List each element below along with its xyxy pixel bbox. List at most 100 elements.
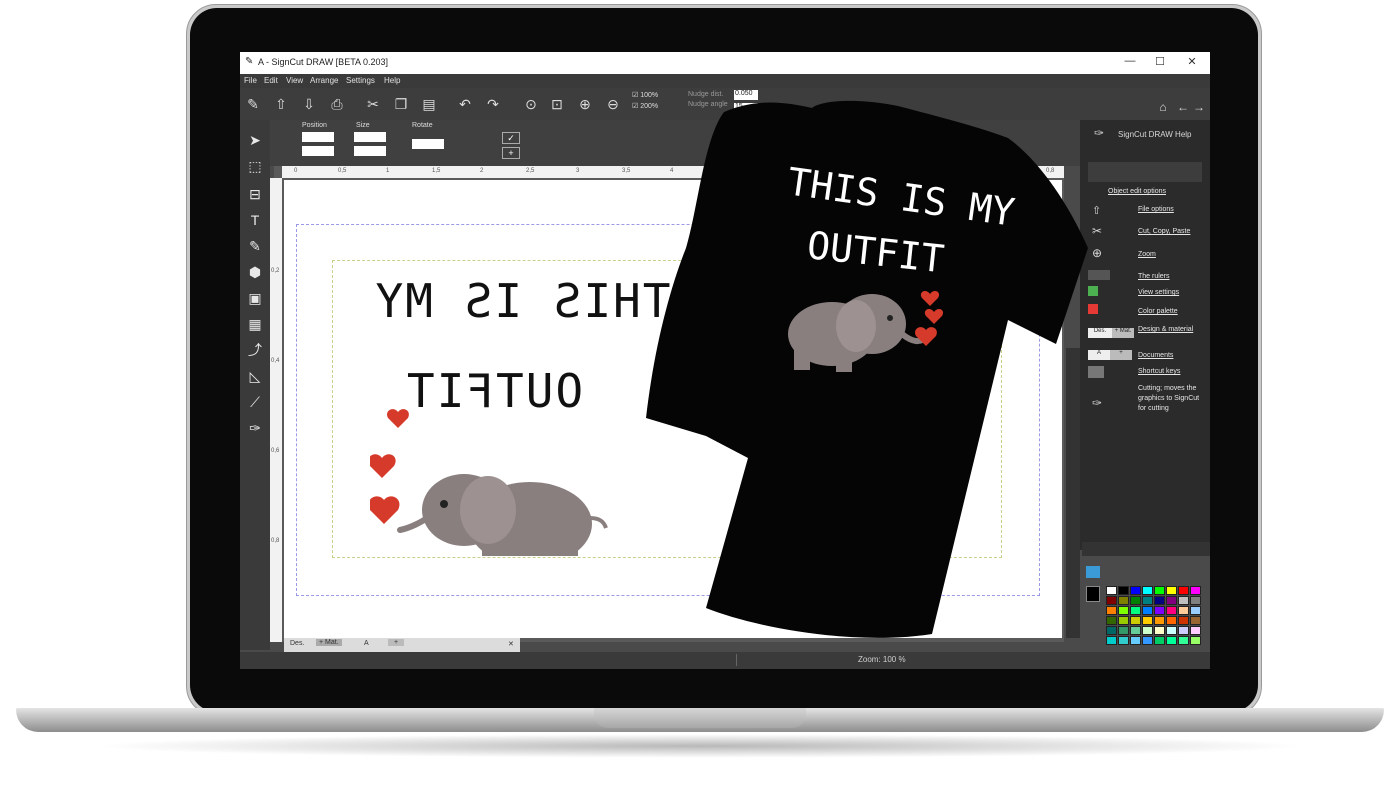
menu-edit[interactable]: Edit: [264, 76, 278, 85]
color-swatch[interactable]: [1106, 626, 1117, 635]
help-link-cut-copy-paste[interactable]: Cut, Copy, Paste: [1138, 228, 1190, 235]
color-swatch[interactable]: [1118, 616, 1129, 625]
color-swatch[interactable]: [1130, 586, 1141, 595]
cut-icon[interactable]: ✂: [364, 95, 382, 113]
upload-icon[interactable]: ⇧: [272, 95, 290, 113]
color-swatch[interactable]: [1154, 616, 1165, 625]
color-swatch[interactable]: [1130, 596, 1141, 605]
design-tab[interactable]: Des.: [290, 640, 304, 647]
color-swatch[interactable]: [1118, 596, 1129, 605]
help-link-design-material[interactable]: Design & material: [1138, 326, 1202, 333]
pen-tool-icon[interactable]: ✎: [245, 236, 265, 256]
color-swatch[interactable]: [1142, 636, 1153, 645]
color-swatch[interactable]: [1178, 626, 1189, 635]
apply-check-button[interactable]: ✓: [502, 132, 520, 144]
color-palette[interactable]: [1106, 556, 1210, 650]
close-button[interactable]: ✕: [1182, 55, 1202, 68]
menu-view[interactable]: View: [286, 76, 303, 85]
zoom-fit-icon[interactable]: ⊙: [522, 95, 540, 113]
material-tab[interactable]: + Mat.: [316, 639, 342, 646]
shape-tool-icon[interactable]: ⬢: [245, 262, 265, 282]
color-swatch[interactable]: [1142, 606, 1153, 615]
color-swatch[interactable]: [1142, 596, 1153, 605]
size-w-input[interactable]: [354, 132, 386, 142]
elephant-graphic[interactable]: [370, 406, 620, 556]
help-link-shortcut-keys[interactable]: Shortcut keys: [1138, 368, 1180, 375]
rotate-input[interactable]: [412, 139, 444, 149]
node-select-icon[interactable]: ⬚: [245, 156, 265, 176]
color-swatch[interactable]: [1190, 636, 1201, 645]
help-link-view-settings[interactable]: View settings: [1138, 289, 1179, 296]
download-icon[interactable]: ⇩: [300, 95, 318, 113]
add-document-button[interactable]: +: [388, 639, 405, 646]
color-swatch[interactable]: [1118, 606, 1129, 615]
image-tool-icon[interactable]: ▣: [245, 288, 265, 308]
menu-settings[interactable]: Settings: [346, 76, 375, 85]
color-swatch[interactable]: [1154, 636, 1165, 645]
menu-help[interactable]: Help: [384, 76, 400, 85]
knife-tool-icon[interactable]: ⟋: [245, 392, 265, 412]
zoom-out-icon[interactable]: ⊖: [604, 95, 622, 113]
select-arrow-icon[interactable]: ➤: [245, 130, 265, 150]
color-swatch[interactable]: [1142, 586, 1153, 595]
object-edit-toolbar[interactable]: [1088, 162, 1202, 182]
color-swatch[interactable]: [1166, 616, 1177, 625]
help-link-file-options[interactable]: File options: [1138, 206, 1174, 213]
color-swatch[interactable]: [1130, 626, 1141, 635]
color-swatch[interactable]: [1190, 606, 1201, 615]
corner-tool-icon[interactable]: ◺: [245, 366, 265, 386]
color-swatch[interactable]: [1118, 636, 1129, 645]
print-icon[interactable]: ⎙: [328, 95, 346, 113]
bezier-tool-icon[interactable]: ⤴: [245, 340, 265, 360]
color-swatch[interactable]: [1154, 586, 1165, 595]
menu-file[interactable]: File: [244, 76, 257, 85]
color-swatch[interactable]: [1190, 626, 1201, 635]
position-y-input[interactable]: [302, 146, 334, 156]
color-swatch[interactable]: [1166, 626, 1177, 635]
help-link-zoom[interactable]: Zoom: [1138, 251, 1156, 258]
color-swatch[interactable]: [1142, 626, 1153, 635]
color-swatch[interactable]: [1154, 596, 1165, 605]
color-swatch[interactable]: [1154, 606, 1165, 615]
color-swatch[interactable]: [1178, 586, 1189, 595]
color-swatch[interactable]: [1106, 616, 1117, 625]
cut-plotter-icon[interactable]: ✑: [245, 418, 265, 438]
color-swatch[interactable]: [1118, 626, 1129, 635]
help-link-documents[interactable]: Documents: [1138, 352, 1173, 359]
color-swatch[interactable]: [1130, 616, 1141, 625]
close-tab-button[interactable]: ✕: [508, 640, 514, 648]
palette-toolbar[interactable]: [1082, 542, 1210, 556]
undo-icon[interactable]: ↶: [456, 95, 474, 113]
redo-icon[interactable]: ↷: [484, 95, 502, 113]
color-swatch[interactable]: [1178, 616, 1189, 625]
color-swatch[interactable]: [1178, 636, 1189, 645]
home-icon[interactable]: ⌂: [1154, 98, 1172, 116]
zoom-in-icon[interactable]: ⊕: [576, 95, 594, 113]
align-icon[interactable]: ⊟: [245, 184, 265, 204]
maximize-button[interactable]: ☐: [1150, 55, 1170, 68]
position-x-input[interactable]: [302, 132, 334, 142]
pattern-tool-icon[interactable]: ▦: [245, 314, 265, 334]
zoom-page-icon[interactable]: ⊡: [548, 95, 566, 113]
object-edit-options-link[interactable]: Object edit options: [1108, 188, 1166, 195]
color-swatch[interactable]: [1178, 596, 1189, 605]
color-swatch[interactable]: [1106, 636, 1117, 645]
forward-arrow-icon[interactable]: →: [1190, 98, 1208, 116]
menu-arrange[interactable]: Arrange: [310, 76, 338, 85]
minimize-button[interactable]: —: [1120, 55, 1140, 67]
color-swatch[interactable]: [1130, 606, 1141, 615]
color-swatch[interactable]: [1118, 586, 1129, 595]
color-swatch[interactable]: [1166, 596, 1177, 605]
color-swatch[interactable]: [1106, 606, 1117, 615]
color-swatch[interactable]: [1190, 596, 1201, 605]
color-swatch[interactable]: [1142, 616, 1153, 625]
color-swatch[interactable]: [1190, 616, 1201, 625]
color-swatch[interactable]: [1106, 596, 1117, 605]
help-link-rulers[interactable]: The rulers: [1138, 273, 1170, 280]
copy-icon[interactable]: ❐: [392, 95, 410, 113]
size-h-input[interactable]: [354, 146, 386, 156]
color-swatch[interactable]: [1130, 636, 1141, 645]
paste-icon[interactable]: ▤: [420, 95, 438, 113]
document-tab-a[interactable]: A: [364, 640, 369, 647]
color-swatch[interactable]: [1166, 606, 1177, 615]
